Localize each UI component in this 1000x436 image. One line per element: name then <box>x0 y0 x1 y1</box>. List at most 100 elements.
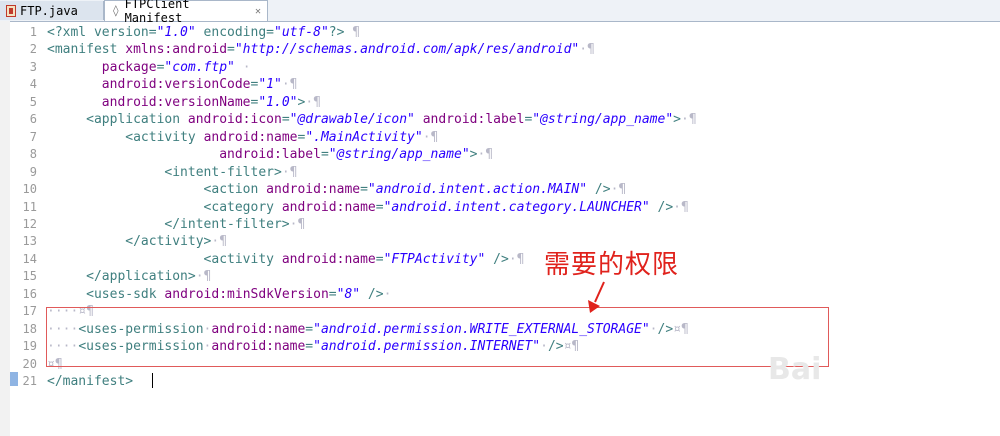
token-ws: ·¶ <box>681 112 697 128</box>
token-val: "FTPActivity" <box>383 251 486 267</box>
token-tag: = <box>375 199 384 215</box>
token-ws <box>47 252 204 267</box>
code-text: android:label="@string/app_name">·¶ <box>47 146 493 163</box>
tab-label: FTP.java <box>20 3 78 18</box>
code-text: <action android:name="android.intent.act… <box>47 181 627 198</box>
code-line[interactable]: 6 <application android:icon="@drawable/i… <box>0 111 1000 128</box>
token-val: "1" <box>258 77 282 93</box>
token-tag: <category <box>203 199 282 215</box>
token-ws: ·¶ <box>508 251 525 267</box>
manifest-file-icon: ◊ <box>112 4 120 17</box>
token-ws <box>47 234 125 249</box>
token-ws <box>133 374 141 389</box>
close-icon[interactable]: ✕ <box>255 6 261 17</box>
code-line[interactable]: 14 <activity android:name="FTPActivity" … <box>0 251 1000 268</box>
token-val: "http://schemas.android.com/apk/res/andr… <box>234 42 580 58</box>
token-tag: = <box>375 251 384 267</box>
code-line[interactable]: 15 </application>·¶ <box>0 268 1000 285</box>
line-number: 5 <box>29 94 37 109</box>
token-tag: <activity <box>125 129 204 145</box>
token-tag: = <box>281 112 290 128</box>
token-val: "@string/app_name" <box>328 147 470 163</box>
code-text: <activity android:name="FTPActivity" />·… <box>47 251 525 268</box>
code-line[interactable]: 5 android:versionName="1.0">·¶ <box>0 94 1000 111</box>
token-tag: <activity <box>203 251 282 267</box>
token-tag: = <box>227 42 235 58</box>
annotation-label: 需要的权限 <box>544 250 680 280</box>
code-text: <category android:name="android.intent.c… <box>47 199 689 216</box>
token-tag <box>415 112 423 127</box>
token-attr: android:versionName <box>101 94 251 110</box>
code-line[interactable]: 12 </intent-filter>·¶ <box>0 216 1000 233</box>
code-line[interactable]: 16 <uses-sdk android:minSdkVersion="8" /… <box>0 286 1000 303</box>
code-text: <application android:icon="@drawable/ico… <box>47 111 697 128</box>
token-attr: android:versionCode <box>101 77 251 93</box>
token-attr: android:icon <box>187 112 282 128</box>
code-text: <manifest xmlns:android="http://schemas.… <box>47 41 595 58</box>
token-attr: android:label <box>422 112 525 128</box>
token-val: "@drawable/icon" <box>289 112 415 128</box>
token-ws: · <box>383 286 392 302</box>
token-tag: <application <box>86 112 188 128</box>
line-number: 18 <box>22 321 37 336</box>
token-ws: ·¶ <box>610 182 627 198</box>
line-number: 15 <box>22 269 37 284</box>
line-number: 1 <box>29 25 37 39</box>
annotation-arrow-icon <box>588 281 605 313</box>
line-number: 19 <box>22 339 37 354</box>
token-val: "com.ftp" <box>164 59 235 75</box>
line-number: 10 <box>22 182 37 197</box>
line-number: 2 <box>29 42 37 57</box>
code-line[interactable]: 7 <activity android:name=".MainActivity"… <box>0 129 1000 146</box>
token-val: "1.0" <box>156 25 196 40</box>
token-ws: ·¶ <box>289 216 306 232</box>
tab-ftp-java[interactable]: FTP.java <box>0 1 104 20</box>
token-val: "1.0" <box>258 94 298 110</box>
token-ws: ·¶ <box>281 77 298 93</box>
token-tag: /> <box>587 182 611 198</box>
token-tag: /> <box>485 251 509 267</box>
code-line[interactable]: 1 <?xml version="1.0" encoding="utf-8"?> … <box>0 24 1000 41</box>
code-text: <uses-sdk android:minSdkVersion="8" />· <box>47 286 391 303</box>
code-line[interactable]: 10 <action android:name="android.intent.… <box>0 181 1000 198</box>
token-tag: </intent-filter> <box>164 216 290 232</box>
line-number: 11 <box>22 199 37 214</box>
code-line[interactable]: 2 <manifest xmlns:android="http://schemas… <box>0 41 1000 58</box>
token-attr: android:name <box>281 251 376 267</box>
code-line[interactable]: 8 android:label="@string/app_name">·¶ <box>0 146 1000 163</box>
tab-label: FTPClient Manifest <box>124 0 190 25</box>
line-number: 3 <box>29 59 37 74</box>
code-line[interactable]: 11 <category android:name="android.inten… <box>0 199 1000 216</box>
token-val: "8" <box>336 286 361 302</box>
token-tag: > <box>673 112 681 128</box>
text-caret <box>152 373 153 388</box>
token-attr: android:name <box>266 182 361 198</box>
token-attr: xmlns:android <box>125 42 228 58</box>
token-pi: encoding= <box>195 25 274 40</box>
watermark-logo: Bai <box>768 352 822 387</box>
token-ws: ·¶ <box>477 147 494 163</box>
token-ws <box>47 217 164 232</box>
token-attr: android:name <box>203 129 298 145</box>
code-line[interactable]: 4 android:versionCode="1"·¶ <box>0 76 1000 93</box>
token-ws <box>47 60 102 75</box>
token-pi: ?> <box>328 25 345 40</box>
code-line[interactable]: 21 </manifest> <box>0 373 1000 390</box>
line-number: 20 <box>22 356 37 371</box>
code-text: </manifest> <box>47 373 141 390</box>
tab-ftpclient-manifest[interactable]: ◊ FTPClient Manifest ✕ <box>104 0 268 25</box>
code-line[interactable]: 9 <intent-filter>·¶ <box>0 164 1000 181</box>
token-ws: ·¶ <box>305 94 321 110</box>
code-line[interactable]: 3 package="com.ftp" · <box>0 59 1000 76</box>
token-tag: <intent-filter> <box>164 164 282 180</box>
code-text: android:versionCode="1"·¶ <box>47 76 298 93</box>
line-number: 4 <box>29 77 37 92</box>
code-line[interactable]: 13 </activity>·¶ <box>0 233 1000 250</box>
code-text: </application>·¶ <box>47 268 211 285</box>
token-attr: android:minSdkVersion <box>164 286 329 302</box>
token-ws <box>47 147 219 162</box>
token-val: "utf-8" <box>274 25 329 40</box>
token-val: "android.intent.category.LAUNCHER" <box>383 199 650 215</box>
token-ws: ·¶ <box>579 42 595 58</box>
line-number: 6 <box>29 112 37 127</box>
